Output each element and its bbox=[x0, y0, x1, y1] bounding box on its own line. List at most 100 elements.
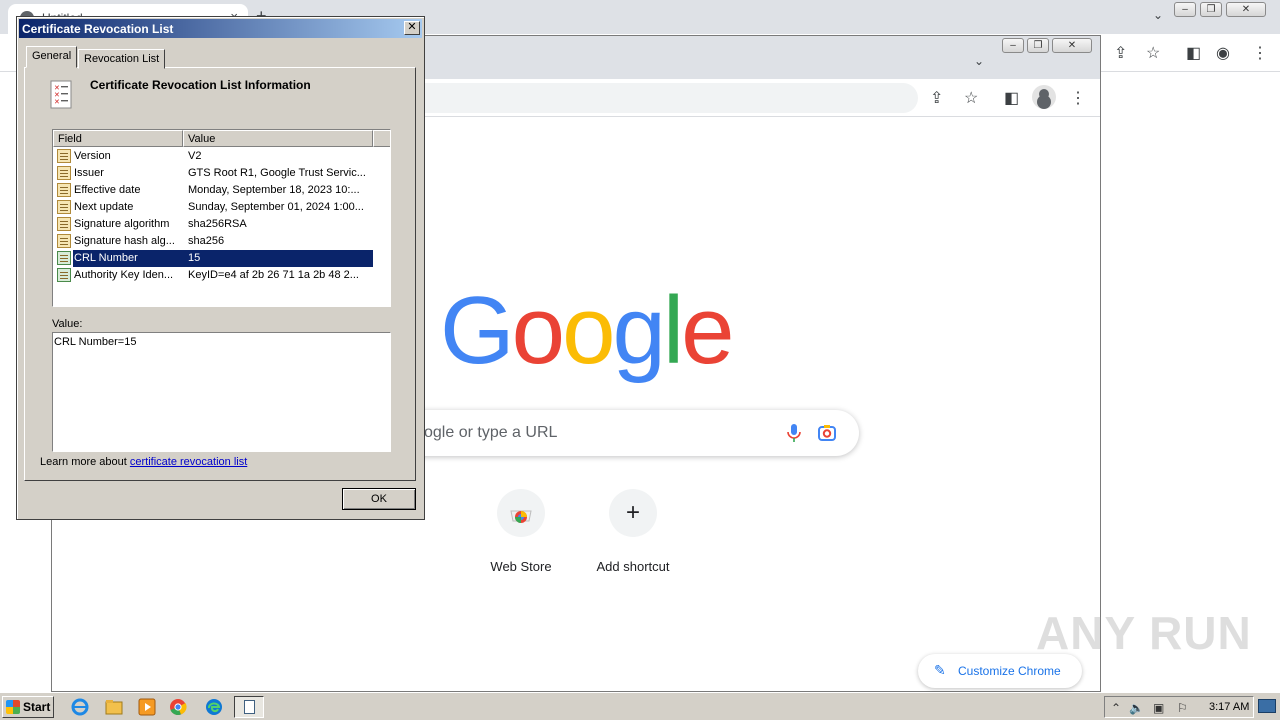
row-value: sha256 bbox=[188, 235, 225, 247]
field-icon bbox=[57, 166, 71, 180]
table-row[interactable]: CRL Number 15 bbox=[53, 250, 373, 267]
field-icon bbox=[57, 217, 71, 231]
column-header-field[interactable]: Field bbox=[53, 130, 183, 147]
crl-document-icon: ✕ ✕ ✕ bbox=[50, 80, 72, 109]
value-textbox[interactable]: CRL Number=15 bbox=[52, 332, 391, 452]
google-logo-letter: o bbox=[562, 277, 615, 384]
field-icon bbox=[57, 234, 71, 248]
fields-list[interactable]: Field Value Version V2 Issuer GTS Root R1, … bbox=[52, 129, 391, 307]
google-logo-letter: G bbox=[440, 277, 515, 384]
ok-button[interactable]: OK bbox=[342, 488, 416, 510]
windows-flag-icon bbox=[6, 700, 20, 714]
dialog-title: Certificate Revocation List bbox=[22, 22, 174, 36]
inner-profile-icon[interactable] bbox=[1032, 85, 1056, 109]
profile-icon[interactable]: ◉ bbox=[1216, 43, 1230, 63]
google-logo: Google bbox=[440, 276, 735, 386]
shortcut-web-store[interactable]: Web Store bbox=[471, 489, 571, 574]
pencil-icon: ✎ bbox=[934, 662, 946, 678]
customize-chrome-label: Customize Chrome bbox=[958, 664, 1061, 678]
extension-icon bbox=[57, 251, 71, 265]
table-row[interactable]: Next update Sunday, September 01, 2024 1:… bbox=[53, 199, 373, 216]
table-row[interactable]: Authority Key Iden... KeyID=e4 af 2b 26 7… bbox=[53, 267, 373, 284]
field-icon bbox=[57, 183, 71, 197]
outer-close-button[interactable]: ✕ bbox=[1226, 2, 1266, 17]
row-value: GTS Root R1, Google Trust Servic... bbox=[188, 167, 366, 179]
row-field: Authority Key Iden... bbox=[74, 269, 174, 281]
plus-icon: + bbox=[609, 489, 657, 537]
side-panel-icon[interactable]: ◧ bbox=[1186, 43, 1201, 63]
row-value: 15 bbox=[188, 252, 201, 264]
inner-close-button[interactable]: ✕ bbox=[1052, 38, 1092, 53]
table-row[interactable]: Signature hash alg... sha256 bbox=[53, 233, 373, 250]
inner-maximize-button[interactable]: ❐ bbox=[1027, 38, 1049, 53]
list-header: Field Value bbox=[53, 130, 390, 147]
microphone-icon[interactable] bbox=[783, 422, 805, 444]
inner-side-panel-icon[interactable]: ◧ bbox=[1004, 88, 1019, 108]
row-field: Signature algorithm bbox=[74, 218, 170, 230]
bookmark-star-icon[interactable]: ☆ bbox=[1146, 43, 1160, 63]
google-logo-letter: l bbox=[662, 277, 684, 384]
outer-window-controls: – ❐ ✕ bbox=[1174, 2, 1266, 17]
row-field: Issuer bbox=[74, 167, 104, 179]
row-field: Next update bbox=[74, 201, 134, 213]
dialog-titlebar[interactable]: Certificate Revocation List ✕ bbox=[19, 19, 422, 38]
inner-share-icon[interactable]: ⇪ bbox=[930, 88, 943, 108]
learn-more-prefix: Learn more about bbox=[40, 456, 130, 468]
table-row[interactable]: Signature algorithm sha256RSA bbox=[53, 216, 373, 233]
google-logo-letter: o bbox=[511, 277, 565, 384]
row-field: CRL Number bbox=[74, 252, 138, 264]
tab-general[interactable]: General bbox=[26, 46, 78, 68]
tab-search-button[interactable]: ⌄ bbox=[1153, 8, 1163, 22]
row-field: Signature hash alg... bbox=[74, 235, 175, 247]
field-icon bbox=[57, 149, 71, 163]
table-row[interactable]: Issuer GTS Root R1, Google Trust Servic..… bbox=[53, 165, 373, 182]
start-button[interactable]: Start bbox=[2, 696, 54, 718]
crl-window-taskbar-button[interactable] bbox=[234, 696, 264, 718]
inner-menu-kebab-icon[interactable]: ⋮ bbox=[1070, 88, 1086, 108]
tray-expand-icon[interactable]: ⌃ bbox=[1111, 701, 1121, 715]
clock[interactable]: 3:17 AM bbox=[1209, 701, 1249, 713]
outer-maximize-button[interactable]: ❐ bbox=[1200, 2, 1222, 17]
table-row[interactable]: Version V2 bbox=[53, 148, 373, 165]
row-field: Version bbox=[74, 150, 111, 162]
add-glyph: + bbox=[625, 499, 640, 526]
shortcut-label: Add shortcut bbox=[596, 559, 670, 574]
taskbar: Start ⌃ 🔈 ▣ ⚐ 3:17 AM bbox=[0, 692, 1280, 720]
google-logo-letter: g bbox=[612, 277, 665, 384]
row-value: KeyID=e4 af 2b 26 71 1a 2b 48 2... bbox=[188, 269, 359, 281]
file-explorer-icon[interactable] bbox=[104, 697, 124, 717]
inner-minimize-button[interactable]: – bbox=[1002, 38, 1024, 53]
network-icon[interactable]: ▣ bbox=[1153, 701, 1164, 715]
chrome-icon[interactable] bbox=[168, 697, 188, 717]
tab-revocation-list[interactable]: Revocation List bbox=[78, 49, 166, 69]
media-player-icon[interactable] bbox=[137, 697, 157, 717]
outer-minimize-button[interactable]: – bbox=[1174, 2, 1196, 17]
column-header-value[interactable]: Value bbox=[183, 130, 373, 147]
column-header-filler bbox=[373, 130, 390, 147]
internet-explorer-icon[interactable] bbox=[70, 697, 90, 717]
row-value: Monday, September 18, 2023 10:... bbox=[188, 184, 360, 196]
row-value: V2 bbox=[188, 150, 202, 162]
edge-icon[interactable] bbox=[204, 697, 224, 717]
action-center-flag-icon[interactable]: ⚐ bbox=[1177, 701, 1188, 715]
share-icon[interactable]: ⇪ bbox=[1114, 43, 1127, 63]
value-label: Value: bbox=[52, 318, 83, 330]
dialog-close-button[interactable]: ✕ bbox=[404, 21, 420, 35]
info-heading: Certificate Revocation List Information bbox=[90, 78, 311, 92]
row-value: Sunday, September 01, 2024 1:00... bbox=[188, 201, 364, 213]
inner-bookmark-star-icon[interactable]: ☆ bbox=[964, 88, 978, 108]
inner-tab-search-button[interactable]: ⌄ bbox=[974, 54, 984, 68]
inner-window-controls: – ❐ ✕ bbox=[1002, 38, 1092, 53]
learn-more-text: Learn more about certificate revocation … bbox=[40, 456, 247, 468]
system-tray: ⌃ 🔈 ▣ ⚐ 3:17 AM bbox=[1104, 696, 1254, 718]
table-row[interactable]: Effective date Monday, September 18, 2023… bbox=[53, 182, 373, 199]
start-label: Start bbox=[23, 700, 51, 714]
menu-kebab-icon[interactable]: ⋮ bbox=[1252, 43, 1268, 63]
google-lens-icon[interactable] bbox=[816, 422, 838, 444]
learn-more-link[interactable]: certificate revocation list bbox=[130, 456, 247, 468]
show-desktop-icon[interactable] bbox=[1258, 699, 1276, 713]
shortcut-add[interactable]: + Add shortcut bbox=[583, 489, 683, 574]
row-field: Effective date bbox=[74, 184, 141, 196]
volume-icon[interactable]: 🔈 bbox=[1129, 701, 1144, 715]
google-logo-letter: e bbox=[681, 277, 734, 384]
